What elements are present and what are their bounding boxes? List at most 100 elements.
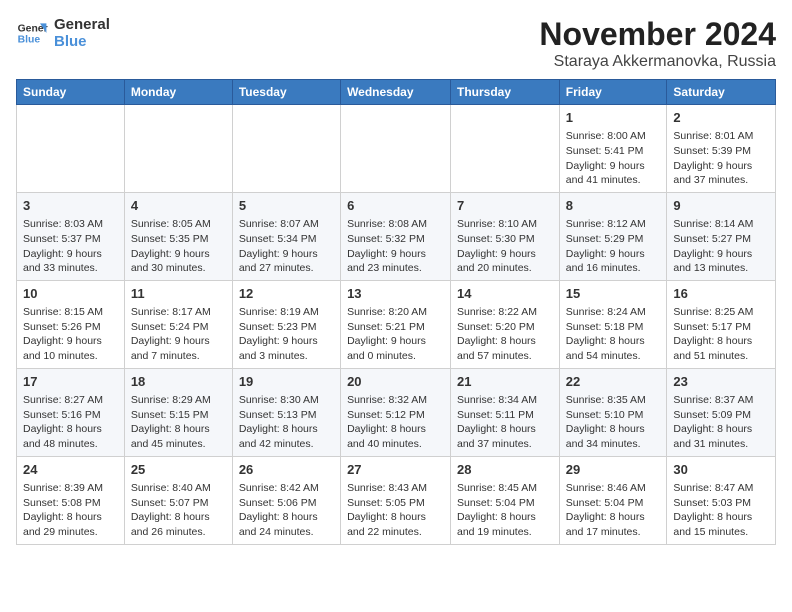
day-number: 26 (239, 461, 334, 479)
day-info: Sunrise: 8:14 AM Sunset: 5:27 PM Dayligh… (673, 217, 769, 276)
day-info: Sunrise: 8:43 AM Sunset: 5:05 PM Dayligh… (347, 481, 444, 540)
calendar-cell: 30 Sunrise: 8:47 AM Sunset: 5:03 PM Dayli… (667, 456, 776, 544)
logo-text: GeneralBlue (54, 16, 110, 50)
day-info: Sunrise: 8:05 AM Sunset: 5:35 PM Dayligh… (131, 217, 226, 276)
calendar-cell: 3 Sunrise: 8:03 AM Sunset: 5:37 PM Daylig… (17, 192, 125, 280)
day-info: Sunrise: 8:08 AM Sunset: 5:32 PM Dayligh… (347, 217, 444, 276)
calendar-cell: 25 Sunrise: 8:40 AM Sunset: 5:07 PM Dayli… (124, 456, 232, 544)
day-info: Sunrise: 8:03 AM Sunset: 5:37 PM Dayligh… (23, 217, 118, 276)
day-number: 29 (566, 461, 661, 479)
calendar-cell: 19Sunrise: 8:30 AM Sunset: 5:13 PM Dayli… (232, 368, 340, 456)
day-number: 8 (566, 197, 661, 215)
weekday-header-saturday: Saturday (667, 80, 776, 105)
day-number: 23 (673, 373, 769, 391)
day-info: Sunrise: 8:39 AM Sunset: 5:08 PM Dayligh… (23, 481, 118, 540)
calendar-cell: 6 Sunrise: 8:08 AM Sunset: 5:32 PM Daylig… (341, 192, 451, 280)
day-info: Sunrise: 8:40 AM Sunset: 5:07 PM Dayligh… (131, 481, 226, 540)
day-number: 12 (239, 285, 334, 303)
calendar-cell: 9 Sunrise: 8:14 AM Sunset: 5:27 PM Daylig… (667, 192, 776, 280)
day-number: 1 (566, 109, 661, 127)
day-info: Sunrise: 8:42 AM Sunset: 5:06 PM Dayligh… (239, 481, 334, 540)
calendar-cell (451, 105, 560, 193)
calendar-table: SundayMondayTuesdayWednesdayThursdayFrid… (16, 79, 776, 545)
day-info: Sunrise: 8:17 AM Sunset: 5:24 PM Dayligh… (131, 305, 226, 364)
day-number: 7 (457, 197, 553, 215)
calendar-week-row: 1 Sunrise: 8:00 AM Sunset: 5:41 PM Daylig… (17, 105, 776, 193)
day-number: 4 (131, 197, 226, 215)
calendar-cell: 8 Sunrise: 8:12 AM Sunset: 5:29 PM Daylig… (559, 192, 667, 280)
calendar-cell: 15Sunrise: 8:24 AM Sunset: 5:18 PM Dayli… (559, 280, 667, 368)
day-number: 13 (347, 285, 444, 303)
day-info: Sunrise: 8:00 AM Sunset: 5:41 PM Dayligh… (566, 129, 661, 188)
calendar-cell: 23 Sunrise: 8:37 AM Sunset: 5:09 PM Dayli… (667, 368, 776, 456)
weekday-header-friday: Friday (559, 80, 667, 105)
calendar-cell: 21 Sunrise: 8:34 AM Sunset: 5:11 PM Dayli… (451, 368, 560, 456)
calendar-cell: 20 Sunrise: 8:32 AM Sunset: 5:12 PM Dayli… (341, 368, 451, 456)
day-info: Sunrise: 8:27 AM Sunset: 5:16 PM Dayligh… (23, 393, 118, 452)
calendar-week-row: 17 Sunrise: 8:27 AM Sunset: 5:16 PM Dayli… (17, 368, 776, 456)
calendar-week-row: 3 Sunrise: 8:03 AM Sunset: 5:37 PM Daylig… (17, 192, 776, 280)
day-info: Sunrise: 8:45 AM Sunset: 5:04 PM Dayligh… (457, 481, 553, 540)
day-info: Sunrise: 8:15 AM Sunset: 5:26 PM Dayligh… (23, 305, 118, 364)
calendar-week-row: 10 Sunrise: 8:15 AM Sunset: 5:26 PM Dayli… (17, 280, 776, 368)
day-info: Sunrise: 8:35 AM Sunset: 5:10 PM Dayligh… (566, 393, 661, 452)
calendar-cell: 5 Sunrise: 8:07 AM Sunset: 5:34 PM Daylig… (232, 192, 340, 280)
day-info: Sunrise: 8:46 AM Sunset: 5:04 PM Dayligh… (566, 481, 661, 540)
day-info: Sunrise: 8:47 AM Sunset: 5:03 PM Dayligh… (673, 481, 769, 540)
day-number: 30 (673, 461, 769, 479)
day-info: Sunrise: 8:30 AM Sunset: 5:13 PM Dayligh… (239, 393, 334, 452)
weekday-header-sunday: Sunday (17, 80, 125, 105)
calendar-cell (17, 105, 125, 193)
day-number: 5 (239, 197, 334, 215)
day-number: 6 (347, 197, 444, 215)
calendar-cell (124, 105, 232, 193)
logo: General Blue GeneralBlue (16, 16, 110, 50)
day-number: 2 (673, 109, 769, 127)
day-number: 17 (23, 373, 118, 391)
month-title: November 2024 (539, 16, 776, 53)
calendar-cell: 12 Sunrise: 8:19 AM Sunset: 5:23 PM Dayli… (232, 280, 340, 368)
day-info: Sunrise: 8:20 AM Sunset: 5:21 PM Dayligh… (347, 305, 444, 364)
day-info: Sunrise: 8:29 AM Sunset: 5:15 PM Dayligh… (131, 393, 226, 452)
day-info: Sunrise: 8:24 AM Sunset: 5:18 PM Dayligh… (566, 305, 661, 364)
day-number: 27 (347, 461, 444, 479)
day-number: 28 (457, 461, 553, 479)
day-info: Sunrise: 8:37 AM Sunset: 5:09 PM Dayligh… (673, 393, 769, 452)
day-number: 21 (457, 373, 553, 391)
day-info: Sunrise: 8:19 AM Sunset: 5:23 PM Dayligh… (239, 305, 334, 364)
day-number: 3 (23, 197, 118, 215)
day-info: Sunrise: 8:34 AM Sunset: 5:11 PM Dayligh… (457, 393, 553, 452)
calendar-cell: 26 Sunrise: 8:42 AM Sunset: 5:06 PM Dayli… (232, 456, 340, 544)
calendar-cell: 13 Sunrise: 8:20 AM Sunset: 5:21 PM Dayli… (341, 280, 451, 368)
page-header: General Blue GeneralBlue November 2024 S… (16, 16, 776, 71)
weekday-header-tuesday: Tuesday (232, 80, 340, 105)
calendar-cell: 16 Sunrise: 8:25 AM Sunset: 5:17 PM Dayli… (667, 280, 776, 368)
day-number: 22 (566, 373, 661, 391)
title-block: November 2024 Staraya Akkermanovka, Russ… (539, 16, 776, 71)
day-info: Sunrise: 8:01 AM Sunset: 5:39 PM Dayligh… (673, 129, 769, 188)
day-number: 10 (23, 285, 118, 303)
calendar-header-row: SundayMondayTuesdayWednesdayThursdayFrid… (17, 80, 776, 105)
day-info: Sunrise: 8:12 AM Sunset: 5:29 PM Dayligh… (566, 217, 661, 276)
day-number: 9 (673, 197, 769, 215)
day-number: 24 (23, 461, 118, 479)
day-info: Sunrise: 8:07 AM Sunset: 5:34 PM Dayligh… (239, 217, 334, 276)
day-number: 18 (131, 373, 226, 391)
day-info: Sunrise: 8:25 AM Sunset: 5:17 PM Dayligh… (673, 305, 769, 364)
calendar-cell: 24 Sunrise: 8:39 AM Sunset: 5:08 PM Dayli… (17, 456, 125, 544)
calendar-cell: 10 Sunrise: 8:15 AM Sunset: 5:26 PM Dayli… (17, 280, 125, 368)
calendar-cell: 7Sunrise: 8:10 AM Sunset: 5:30 PM Daylig… (451, 192, 560, 280)
day-info: Sunrise: 8:32 AM Sunset: 5:12 PM Dayligh… (347, 393, 444, 452)
calendar-cell: 29 Sunrise: 8:46 AM Sunset: 5:04 PM Dayli… (559, 456, 667, 544)
day-number: 16 (673, 285, 769, 303)
day-number: 11 (131, 285, 226, 303)
calendar-cell: 4 Sunrise: 8:05 AM Sunset: 5:35 PM Daylig… (124, 192, 232, 280)
weekday-header-monday: Monday (124, 80, 232, 105)
day-number: 20 (347, 373, 444, 391)
calendar-cell: 2 Sunrise: 8:01 AM Sunset: 5:39 PM Daylig… (667, 105, 776, 193)
weekday-header-wednesday: Wednesday (341, 80, 451, 105)
calendar-cell: 17 Sunrise: 8:27 AM Sunset: 5:16 PM Dayli… (17, 368, 125, 456)
day-number: 25 (131, 461, 226, 479)
location-title: Staraya Akkermanovka, Russia (539, 53, 776, 71)
calendar-cell: 1 Sunrise: 8:00 AM Sunset: 5:41 PM Daylig… (559, 105, 667, 193)
